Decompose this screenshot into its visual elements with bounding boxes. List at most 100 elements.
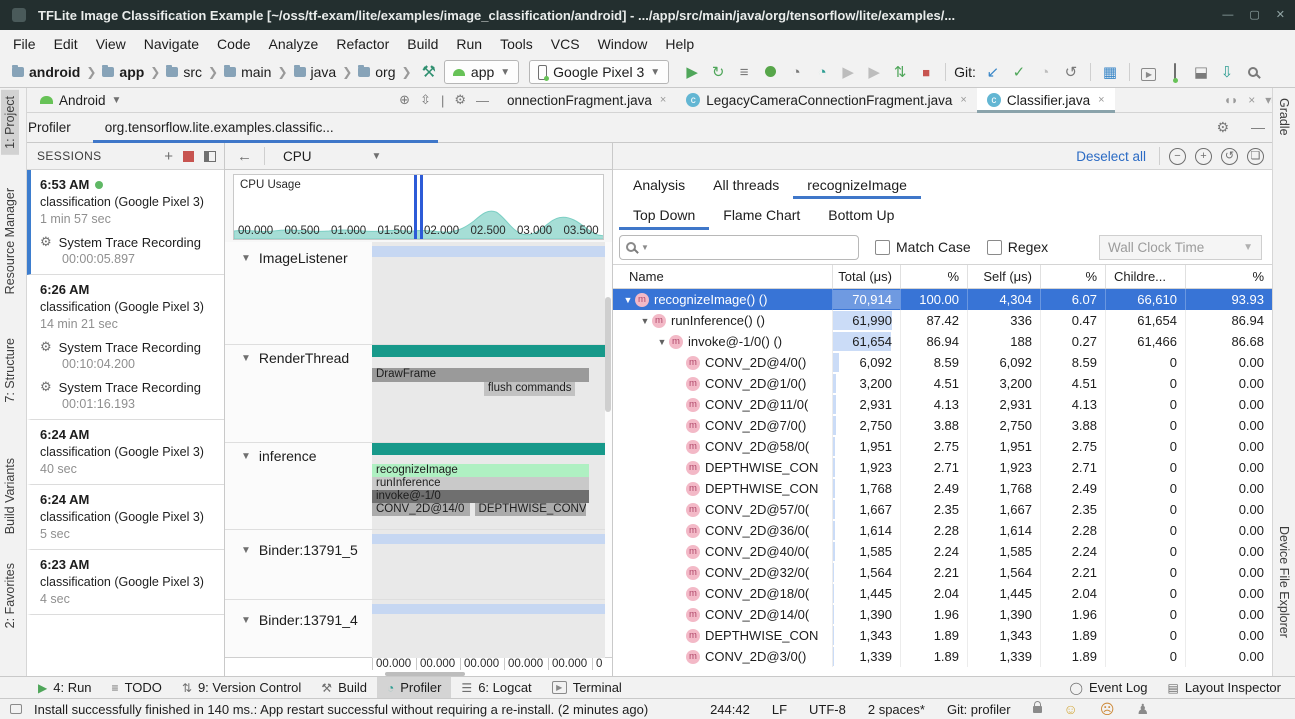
lock-icon[interactable] <box>1033 706 1042 713</box>
zoom-to-selection-icon[interactable]: ❏ <box>1247 148 1264 165</box>
expand-arrow-icon[interactable]: ▼ <box>655 337 669 347</box>
sync-button[interactable]: ⇅ <box>887 63 913 81</box>
deselect-all-link[interactable]: Deselect all <box>1076 149 1146 164</box>
menu-item-refactor[interactable]: Refactor <box>327 33 398 55</box>
selection-end-handle[interactable] <box>420 175 423 239</box>
toolwindow-layout-inspector[interactable]: ▤ Layout Inspector <box>1158 677 1291 699</box>
table-row[interactable]: mCONV_2D@18/0(1,4452.041,4452.0400.00 <box>613 583 1272 604</box>
logcat-window-icon[interactable]: ▶ <box>1136 64 1162 81</box>
minimize-icon[interactable]: — <box>1222 10 1233 20</box>
menu-item-build[interactable]: Build <box>398 33 447 55</box>
thread-track[interactable] <box>372 530 605 599</box>
git-rollback-icon[interactable]: ↺ <box>1058 63 1084 81</box>
column-header-self-pct[interactable]: % <box>1041 265 1106 288</box>
collapse-triangle-icon[interactable]: ▼ <box>241 353 251 364</box>
collapse-all-icon[interactable]: ⇳ <box>420 92 431 108</box>
menu-item-edit[interactable]: Edit <box>45 33 87 55</box>
toolwindow-build[interactable]: ⚒ Build <box>311 677 377 699</box>
toolwindow-version-control[interactable]: ⇅ 9: Version Control <box>172 677 311 699</box>
thread-label[interactable]: ▼ Binder:13791_5 <box>241 542 358 558</box>
sidebar-item----structure[interactable]: 7: Structure <box>3 338 17 403</box>
gear-icon[interactable]: ⚙ <box>454 92 466 108</box>
thread-track[interactable] <box>372 242 605 344</box>
close-icon[interactable]: × <box>1098 94 1104 106</box>
sdk-manager-icon[interactable]: ⬓ <box>1188 63 1214 81</box>
toolwindow-logcat[interactable]: ☰ 6: Logcat <box>451 677 541 699</box>
column-header-children[interactable]: Childre... <box>1106 265 1186 288</box>
breadcrumb-item-android[interactable]: android <box>10 64 82 80</box>
tab-top-down[interactable]: Top Down <box>619 199 709 230</box>
table-row[interactable]: ▼minvoke@-1/0() ()61,65486.941880.2761,4… <box>613 331 1272 352</box>
git-branch[interactable]: Git: profiler <box>947 702 1011 717</box>
collapse-triangle-icon[interactable]: ▼ <box>241 545 251 556</box>
window-icon[interactable] <box>10 704 22 714</box>
table-row[interactable]: mDEPTHWISE_CON1,3431.891,3431.8900.00 <box>613 625 1272 646</box>
attach-debugger-button[interactable]: ▶ <box>835 63 861 81</box>
profiler-session-tab[interactable]: org.tensorflow.lite.examples.classific..… <box>93 113 438 143</box>
stop-button[interactable]: ■ <box>913 65 939 80</box>
thread-label[interactable]: ▼ inference <box>241 448 317 464</box>
thread-label[interactable]: ▼ ImageListener <box>241 250 348 266</box>
thread-track[interactable]: DrawFrame flush commands <box>372 345 605 442</box>
sidebar-item-build-variants[interactable]: Build Variants <box>3 458 17 534</box>
thread-label[interactable]: ▼ Binder:13791_4 <box>241 612 358 628</box>
profile-button[interactable]: ◔ <box>783 64 809 81</box>
run-button[interactable]: ▶ <box>679 63 705 81</box>
sad-face-icon[interactable]: ☹ <box>1100 702 1115 716</box>
thread-track[interactable]: recognizeImage runInference invoke@-1/0 … <box>372 443 605 529</box>
toolwindow-terminal[interactable]: ▶ Terminal <box>542 677 632 699</box>
table-row[interactable]: mCONV_2D@11/0(2,9314.132,9314.1300.00 <box>613 394 1272 415</box>
breadcrumb-item-src[interactable]: src <box>164 64 204 80</box>
tab-bottom-up[interactable]: Bottom Up <box>814 199 908 230</box>
session-item[interactable]: 6:26 AMclassification (Google Pixel 3)14… <box>27 275 224 420</box>
status-message[interactable]: Install successfully finished in 140 ms.… <box>34 702 648 717</box>
file-encoding[interactable]: UTF-8 <box>809 702 846 717</box>
table-row[interactable]: mCONV_2D@4/0()6,0928.596,0928.5900.00 <box>613 352 1272 373</box>
clock-type-select[interactable]: Wall Clock Time ▼ <box>1099 235 1262 260</box>
table-row[interactable]: mCONV_2D@3/0()1,3391.891,3391.8900.00 <box>613 646 1272 667</box>
table-row[interactable]: mCONV_2D@1/0()3,2004.513,2004.5100.00 <box>613 373 1272 394</box>
close-icon[interactable]: × <box>960 94 966 106</box>
locate-file-icon[interactable]: ⊕ <box>399 92 410 108</box>
trace-span[interactable]: DrawFrame <box>372 368 589 382</box>
session-item[interactable]: 6:24 AMclassification (Google Pixel 3)5 … <box>27 485 224 550</box>
run-config-select[interactable]: app ▼ <box>444 60 519 84</box>
match-case-checkbox[interactable]: Match Case <box>875 239 971 255</box>
back-arrow-icon[interactable]: ← <box>225 148 264 165</box>
toolwindow-event-log[interactable]: ◯ Event Log <box>1060 677 1158 699</box>
thread-lane[interactable]: ▼ inference recognizeImage runInference … <box>225 443 605 530</box>
table-row[interactable]: mDEPTHWISE_CON1,9232.711,9232.7100.00 <box>613 457 1272 478</box>
device-select[interactable]: Google Pixel 3 ▼ <box>529 60 669 84</box>
column-header-name[interactable]: Name <box>613 265 833 288</box>
menu-item-navigate[interactable]: Navigate <box>135 33 208 55</box>
column-header-children-pct[interactable]: % <box>1186 265 1272 288</box>
breadcrumb-item-app[interactable]: app <box>100 64 146 80</box>
hide-panel-icon[interactable]: — <box>476 93 489 108</box>
profiler-restart-button[interactable]: ◔ <box>809 64 835 81</box>
table-row[interactable]: mCONV_2D@32/0(1,5642.211,5642.2100.00 <box>613 562 1272 583</box>
maximize-icon[interactable]: ▢ <box>1249 10 1259 20</box>
happy-face-icon[interactable]: ☺ <box>1064 702 1078 716</box>
toolwindow-todo[interactable]: ≡ TODO <box>102 677 172 699</box>
project-structure-icon[interactable]: ▦ <box>1097 63 1123 81</box>
menu-item-window[interactable]: Window <box>589 33 657 55</box>
table-row[interactable]: ▼mrecognizeImage() ()70,914100.004,3046.… <box>613 289 1272 310</box>
recording-item[interactable]: ⚙System Trace Recording00:00:05.897 <box>40 234 218 266</box>
close-icon[interactable]: × <box>1248 93 1255 107</box>
toolwindow-profiler[interactable]: ◔ Profiler <box>377 677 451 699</box>
trace-span[interactable]: recognizeImage <box>372 464 589 477</box>
editor-tab[interactable]: cClassifier.java× <box>977 88 1115 113</box>
editor-tab[interactable]: onnectionFragment.java× <box>497 88 676 113</box>
sidebar-item----project[interactable]: 1: Project <box>1 90 19 155</box>
expand-arrow-icon[interactable]: ▼ <box>621 295 635 305</box>
table-row[interactable]: ▼mrunInference() ()61,99087.423360.4761,… <box>613 310 1272 331</box>
trace-span[interactable]: CONV_2D@14/0 <box>372 503 470 516</box>
table-row[interactable]: mCONV_2D@7/0()2,7503.882,7503.8800.00 <box>613 415 1272 436</box>
collapse-panel-icon[interactable] <box>204 151 216 162</box>
table-row[interactable]: mDEPTHWISE_CON1,7682.491,7682.4900.00 <box>613 478 1272 499</box>
session-item[interactable]: 6:53 AMclassification (Google Pixel 3)1 … <box>27 170 224 275</box>
menu-item-help[interactable]: Help <box>656 33 703 55</box>
column-header-total[interactable]: Total (μs) <box>833 265 901 288</box>
toolwindow-run[interactable]: ▶ 4: Run <box>28 677 102 699</box>
trace-span[interactable]: runInference <box>372 477 589 490</box>
